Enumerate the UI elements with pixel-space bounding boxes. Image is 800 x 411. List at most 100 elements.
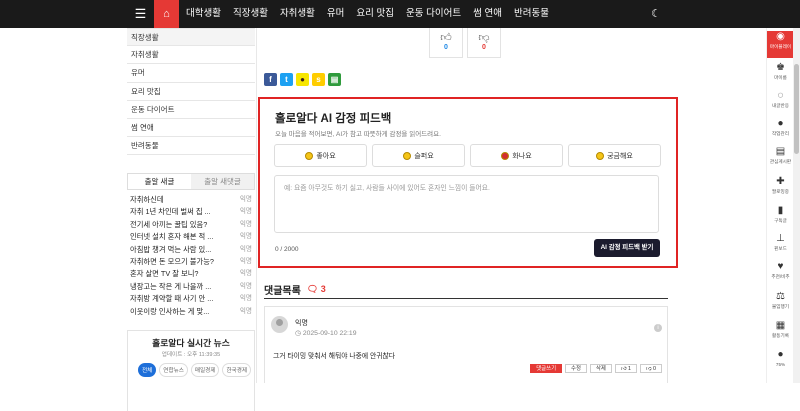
info-icon[interactable]: i	[654, 324, 662, 332]
post-title[interactable]: 자취하신데	[130, 194, 230, 206]
sidebar-category-item[interactable]: 유머	[127, 64, 255, 83]
right-bar-item[interactable]: ● 작업관리	[767, 118, 794, 137]
sidebar-category-item[interactable]: 직장생활	[127, 28, 255, 47]
post-tabs: 출알 새글 출알 새댓글	[127, 173, 255, 190]
emotion-buttons: 좋아요 슬퍼요 화나요 궁금해요	[274, 144, 661, 167]
post-title[interactable]: 전기세 아끼는 꿀팁 있음?	[130, 219, 230, 231]
tab-new-posts[interactable]: 출알 새글	[128, 174, 191, 189]
downvote-button[interactable]: 👎︎ 0	[467, 28, 501, 58]
nav-item[interactable]: 요리 맛집	[356, 0, 394, 28]
avatar-icon: ●	[777, 349, 784, 360]
emotion-button[interactable]: 화나요	[470, 144, 563, 167]
menu-icon[interactable]: ☰	[127, 0, 154, 28]
sidebar-category-item[interactable]: 자취생활	[127, 46, 255, 65]
list-item[interactable]: 자취 1년 차인데 벌써 집 ... 익명	[130, 206, 252, 218]
post-title[interactable]: 아침밥 챙겨 먹는 사람 있...	[130, 244, 230, 256]
list-item[interactable]: 자취하면 돈 모으기 불가능? 익명	[130, 256, 252, 268]
list-item[interactable]: 인터넷 설치 혼자 해본 적 ... 익명	[130, 231, 252, 243]
right-bar-item[interactable]: ▤ 관심게시판	[767, 146, 794, 165]
facebook-icon[interactable]: f	[264, 73, 277, 86]
comment-like-button[interactable]: 👍︎ 1	[614, 364, 638, 373]
kakaotalk-icon[interactable]: ●	[296, 73, 309, 86]
reply-button[interactable]: 댓글쓰기	[530, 364, 563, 373]
ai-feedback-textarea[interactable]: 예: 요즘 아무것도 하기 싫고, 사람들 사이에 있어도 혼자인 느낌이 들어…	[274, 175, 659, 233]
twitter-icon[interactable]: t	[280, 73, 293, 86]
post-title[interactable]: 자취 1년 차인데 벌써 집 ...	[130, 206, 230, 218]
post-title[interactable]: 냉장고는 작은 게 나을까 ...	[130, 281, 230, 293]
band-icon[interactable]: ▤	[328, 73, 341, 86]
sidebar-category-item[interactable]: 운동 다이어트	[127, 101, 255, 119]
nav-item[interactable]: 직장생활	[233, 0, 268, 28]
comment-actions: 댓글쓰기 수정 삭제 👍︎ 1 👎︎ 0	[530, 364, 662, 373]
right-bar-label: 내글반응	[772, 103, 789, 108]
ai-panel-title: 홀로알다 AI 감정 피드백	[275, 113, 392, 125]
sidebar-category-item[interactable]: 반려동물	[127, 137, 255, 156]
emotion-button[interactable]: 좋아요	[274, 144, 367, 167]
right-bar-item[interactable]: ♚ 마이룸	[767, 62, 794, 81]
post-title[interactable]: 자취하면 돈 모으기 불가능?	[130, 256, 230, 268]
nav-item[interactable]: 썸 연애	[473, 0, 502, 28]
right-bar-label: 핀보드	[774, 246, 787, 251]
tab-new-comments[interactable]: 출알 새댓글	[191, 174, 254, 189]
edit-button[interactable]: 수정	[565, 364, 587, 373]
right-bar-item[interactable]: ● 75%	[767, 349, 794, 367]
news-tab[interactable]: 연합뉴스	[159, 363, 188, 377]
trophy-icon: ♚	[776, 62, 785, 73]
kakaostory-icon[interactable]: s	[312, 73, 325, 86]
news-tab[interactable]: 한국경제	[222, 363, 252, 377]
list-item[interactable]: 자취하신데 익명	[130, 194, 252, 206]
nav-item[interactable]: 운동 다이어트	[406, 0, 461, 28]
right-bar-item[interactable]: ▦ 활동기록	[767, 320, 794, 339]
delete-button[interactable]: 삭제	[589, 364, 612, 373]
comment-like-count: 1	[628, 366, 632, 372]
post-title[interactable]: 혼자 살면 TV 잘 보니?	[130, 268, 230, 280]
right-bar-item[interactable]: ⚖ 불임행기	[767, 291, 794, 310]
list-item[interactable]: 냉장고는 작은 게 나을까 ... 익명	[130, 281, 252, 293]
sidebar-category-item[interactable]: 썸 연애	[127, 119, 255, 138]
moon-icon[interactable]: ☾	[648, 0, 664, 28]
right-bar-label: 마이룸	[774, 75, 787, 80]
clock-icon: ◷	[295, 330, 301, 337]
emotion-icon	[501, 151, 510, 160]
right-bar-item[interactable]: ◌ 내글반응	[767, 90, 794, 109]
emotion-button[interactable]: 궁금해요	[568, 144, 661, 167]
news-tab[interactable]: 매일경제	[190, 363, 220, 377]
comment-dislike-button[interactable]: 👎︎ 0	[640, 364, 662, 373]
list-item[interactable]: 이웃이랑 인사하는 게 맞... 익명	[130, 306, 252, 318]
list-item[interactable]: 아침밥 챙겨 먹는 사람 있... 익명	[130, 244, 252, 256]
top-nav: ☰ ⌂ 대학생활 직장생활 자취생활 유머 요리 맛집 운동 다이어트 썸 연애 반려동물 ☾	[0, 0, 800, 28]
right-bar-item[interactable]: ♥ 추천/비추	[767, 261, 794, 280]
home-icon[interactable]: ⌂	[154, 0, 179, 28]
upvote-button[interactable]: 👍︎ 0	[429, 28, 463, 58]
post-author: 익명	[239, 233, 252, 241]
post-title[interactable]: 이웃이랑 인사하는 게 맞...	[130, 306, 230, 318]
comments-divider	[264, 298, 668, 299]
scrollbar-thumb[interactable]	[794, 64, 799, 154]
ai-feedback-submit-button[interactable]: AI 감정 피드백 받기	[594, 239, 660, 257]
list-item[interactable]: 전기세 아끼는 꿀팁 있음? 익명	[130, 219, 252, 231]
right-bar-item[interactable]: ⊥ 핀보드	[767, 233, 794, 252]
nav-item[interactable]: 반려동물	[514, 0, 549, 28]
right-bar-item[interactable]: ◉ 마이플레이	[767, 31, 794, 58]
post-title[interactable]: 자취방 계약할 때 사기 안 ...	[130, 293, 230, 305]
nav-item[interactable]: 자취생활	[280, 0, 315, 28]
comment-date-value: 2025-09-10 22:19	[302, 330, 357, 337]
emotion-button[interactable]: 슬퍼요	[372, 144, 465, 167]
post-title[interactable]: 인터넷 설치 혼자 해본 적 ...	[130, 231, 230, 243]
right-bar-label: 75%	[775, 362, 786, 367]
nav-menu: 대학생활 직장생활 자취생활 유머 요리 맛집 운동 다이어트 썸 연애 반려동물	[186, 0, 549, 28]
list-item[interactable]: 혼자 살면 TV 잘 보니? 익명	[130, 268, 252, 280]
nav-item[interactable]: 유머	[327, 0, 344, 28]
list-item[interactable]: 자취방 계약할 때 사기 안 ... 익명	[130, 293, 252, 305]
news-updated: 업데이트 : 오후 11:39:35	[161, 352, 221, 358]
emotion-icon	[403, 151, 412, 160]
news-tab[interactable]: 전체	[138, 363, 157, 377]
right-quick-bar: ◉ 마이플레이 ♚ 마이룸 ◌ 내글반응 ● 작업관리 ▤ 관심게시판 ✚ 팔로잉중 ▮ 구독글 ⊥ 핀보드 ♥…	[766, 28, 794, 383]
sidebar-category-item[interactable]: 요리 맛집	[127, 83, 255, 101]
right-bar-item[interactable]: ✚ 팔로잉중	[767, 176, 794, 195]
scrollbar[interactable]	[793, 28, 800, 383]
bell-icon: ▮	[777, 205, 784, 216]
right-bar-item[interactable]: ▮ 구독글	[767, 205, 794, 224]
nav-item[interactable]: 대학생활	[186, 0, 221, 28]
emotion-label: 궁금해요	[607, 152, 633, 160]
